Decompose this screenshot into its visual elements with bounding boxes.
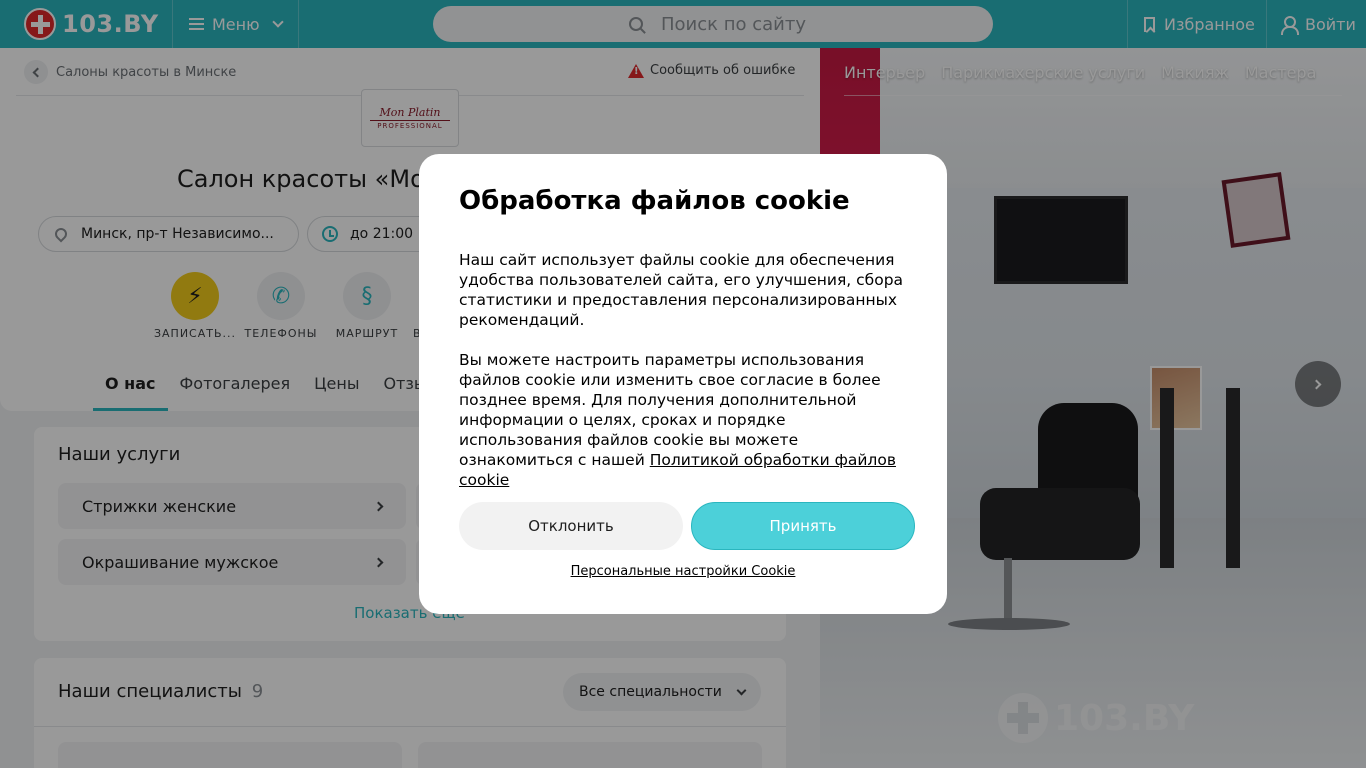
cookie-modal: Обработка файлов cookie Наш сайт использ…	[419, 154, 947, 614]
cookie-settings-link[interactable]: Персональные настройки Cookie	[419, 564, 947, 579]
accept-button[interactable]: Принять	[691, 502, 915, 550]
cookie-modal-text: Наш сайт использует файлы cookie для обе…	[459, 250, 909, 490]
decline-button[interactable]: Отклонить	[459, 502, 683, 550]
cookie-modal-title: Обработка файлов cookie	[459, 186, 850, 216]
cookie-paragraph: Вы можете настроить параметры использова…	[459, 350, 909, 490]
cookie-paragraph: Наш сайт использует файлы cookie для обе…	[459, 251, 904, 329]
